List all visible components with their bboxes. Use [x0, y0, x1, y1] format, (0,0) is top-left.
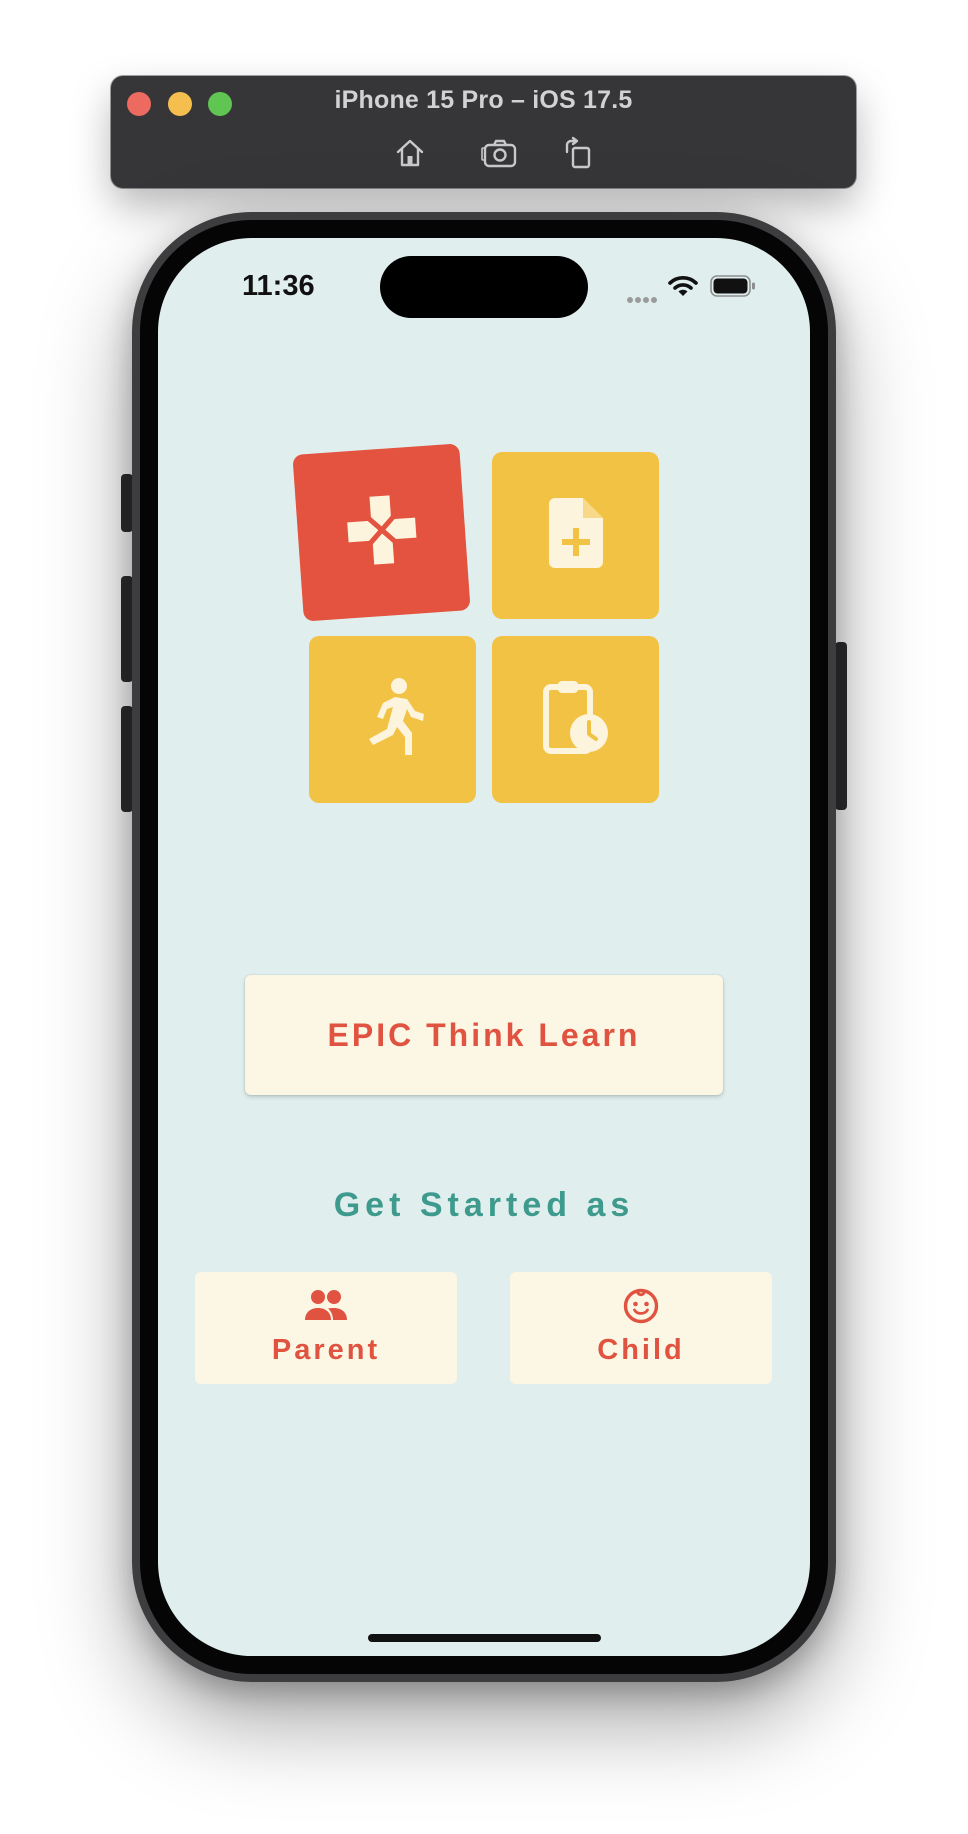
logo-tile-note-add — [492, 452, 659, 619]
battery-icon — [710, 275, 756, 297]
status-time: 11:36 — [242, 270, 315, 302]
power-button — [835, 642, 847, 810]
home-indicator[interactable] — [368, 1634, 601, 1642]
child-label: Child — [597, 1334, 685, 1366]
dynamic-island — [380, 256, 588, 318]
parent-button[interactable]: Parent — [195, 1272, 457, 1384]
home-icon[interactable] — [393, 136, 427, 170]
app-title-label: EPIC Think Learn — [327, 1016, 641, 1053]
app-screen — [158, 238, 810, 1656]
simulator-title: iPhone 15 Pro – iOS 17.5 — [334, 86, 633, 114]
child-face-icon — [619, 1288, 663, 1324]
wifi-icon — [668, 275, 698, 297]
logo-tile-gamepad — [292, 443, 471, 622]
note-add-icon — [547, 496, 605, 575]
app-title-button[interactable]: EPIC Think Learn — [245, 975, 723, 1095]
clipboard-clock-icon — [542, 679, 609, 760]
people-icon — [304, 1288, 348, 1324]
get-started-heading: Get Started as — [333, 1186, 635, 1224]
logo-tile-running — [309, 636, 476, 803]
running-figure-icon — [361, 677, 425, 762]
child-button[interactable]: Child — [510, 1272, 772, 1384]
rotate-icon[interactable] — [561, 136, 595, 170]
logo-tile-clipboard — [492, 636, 659, 803]
cellular-dots-icon — [627, 290, 659, 303]
screenshot-icon[interactable] — [481, 136, 519, 170]
parent-label: Parent — [271, 1334, 381, 1366]
gamepad-icon — [341, 489, 422, 575]
